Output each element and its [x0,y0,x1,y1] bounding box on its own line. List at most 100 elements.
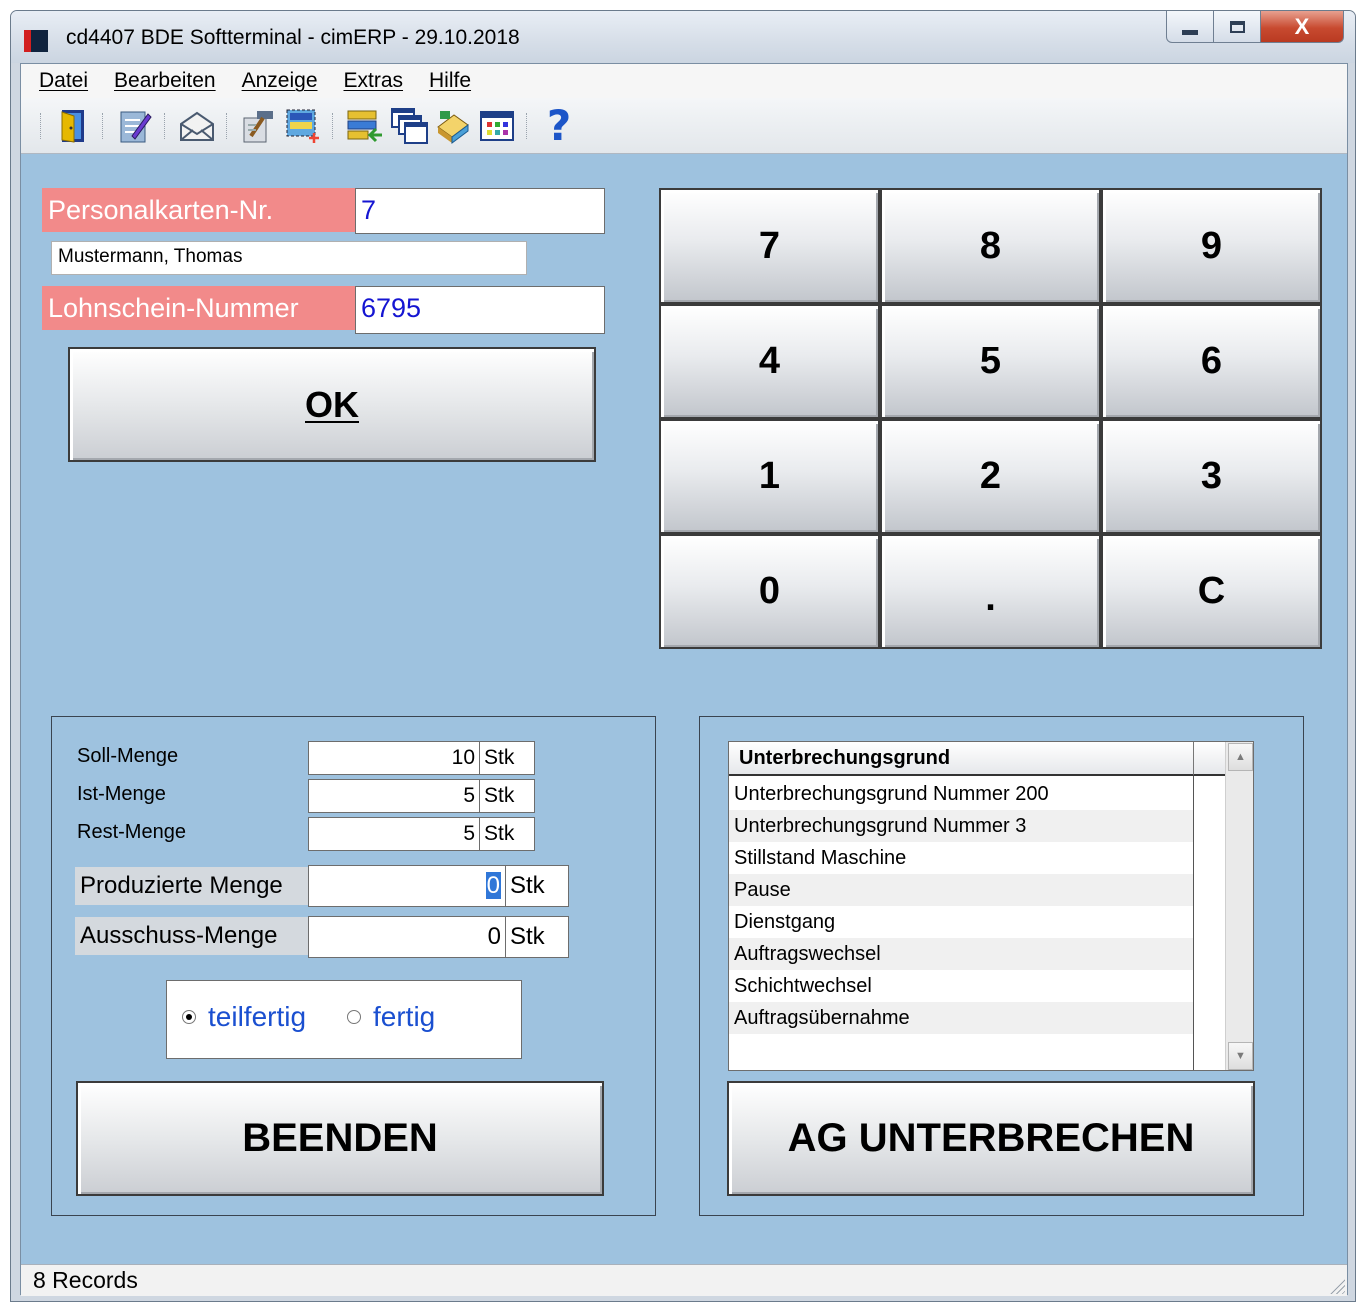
grid-scrollbar[interactable]: ▲ ▼ [1225,742,1253,1070]
keypad-key-6[interactable]: 6 [1101,304,1322,419]
list-item-empty [729,1034,1193,1066]
keypad-key-2[interactable]: 2 [880,419,1101,534]
toolbar-separator [332,112,336,139]
keypad-key-8[interactable]: 8 [880,188,1101,304]
list-item[interactable]: Stillstand Maschine [729,842,1193,874]
keypad-key-7[interactable]: 7 [659,188,880,304]
title-bar[interactable]: cd4407 BDE Softterminal - cimERP - 29.10… [11,11,1355,63]
list-item[interactable]: Auftragswechsel [729,938,1193,970]
rest-menge-field: 5 [308,817,480,851]
keypad-key-9[interactable]: 9 [1101,188,1322,304]
edit-notes-icon[interactable] [116,107,154,145]
grid-divider [1193,776,1194,1070]
ok-button[interactable]: OK [68,347,596,462]
soll-menge-field: 10 [308,741,480,775]
help-glyph: ? [546,101,572,150]
personal-card-field[interactable]: 7 [355,188,605,234]
keypad-key-0[interactable]: 0 [659,534,880,649]
app-window: cd4407 BDE Softterminal - cimERP - 29.10… [10,10,1356,1302]
resize-grip-icon[interactable] [1327,1276,1345,1294]
toolbar-separator [102,112,106,139]
windows-icon[interactable] [390,107,428,145]
status-bar: 8 Records [21,1264,1347,1296]
employee-name: Mustermann, Thomas [51,241,527,275]
personal-card-label: Personalkarten-Nr. [42,188,356,232]
lohnschein-label: Lohnschein-Nummer [42,286,356,330]
interrupt-reason-grid[interactable]: Unterbrechungsgrund Unterbrechungsgrund … [728,741,1254,1071]
close-button[interactable]: X [1260,11,1344,43]
keypad-key-1[interactable]: 1 [659,419,880,534]
table-icon[interactable] [478,107,516,145]
produzierte-menge-field[interactable]: 0 [308,865,506,907]
app-icon[interactable] [24,30,48,52]
toolbar-separator [226,112,230,139]
list-item[interactable]: Schichtwechsel [729,970,1193,1002]
menu-datei[interactable]: Datei [39,69,88,93]
scroll-down-icon[interactable]: ▼ [1228,1042,1253,1070]
radio-fertig-dot [347,1010,361,1024]
list-item[interactable]: Pause [729,874,1193,906]
hammer-edit-icon[interactable] [240,107,278,145]
menu-bearbeiten[interactable]: Bearbeiten [114,69,216,93]
keypad-key-dot[interactable]: . [880,534,1101,649]
status-text: 8 Records [33,1267,138,1293]
exit-door-icon[interactable] [54,107,92,145]
radio-fertig-label: fertig [373,1001,436,1032]
list-item[interactable]: Dienstgang [729,906,1193,938]
beenden-button[interactable]: BEENDEN [76,1081,604,1196]
scroll-up-icon[interactable]: ▲ [1228,743,1253,771]
maximize-button[interactable] [1213,11,1261,43]
radio-teilfertig[interactable]: teilfertig [182,1001,306,1033]
list-item[interactable]: Unterbrechungsgrund Nummer 200 [729,778,1193,810]
toolbar-separator [526,112,530,139]
list-item[interactable]: Unterbrechungsgrund Nummer 3 [729,810,1193,842]
ausschuss-menge-label: Ausschuss-Menge [75,917,308,955]
produzierte-menge-label: Produzierte Menge [75,867,308,905]
minimize-button[interactable] [1166,11,1214,43]
ag-unterbrechen-label: AG UNTERBRECHEN [787,1116,1195,1160]
ausschuss-menge-field[interactable]: 0 [308,916,506,958]
transfer-icon[interactable] [346,107,384,145]
keypad-key-3[interactable]: 3 [1101,419,1322,534]
ok-button-label: OK [305,383,359,425]
quantity-group: Soll-Menge 10 Stk Ist-Menge 5 Stk Rest-M… [51,716,656,1216]
keypad-key-4[interactable]: 4 [659,304,880,419]
toolbar-separator [164,112,168,139]
keypad-key-5[interactable]: 5 [880,304,1101,419]
close-icon: X [1294,13,1310,39]
list-item[interactable]: Auftragsübernahme [729,1002,1193,1034]
book-icon[interactable] [434,107,472,145]
maximize-icon [1229,20,1245,33]
help-icon[interactable]: ? [540,101,578,150]
minimize-icon [1182,30,1198,35]
completion-radio-group: teilfertig fertig [166,980,522,1059]
lohnschein-field[interactable]: 6795 [355,286,605,334]
mail-icon[interactable] [178,107,216,145]
produzierte-menge-value: 0 [485,872,501,899]
menu-bar: Datei Bearbeiten Anzeige Extras Hilfe [21,64,1347,98]
radio-teilfertig-label: teilfertig [208,1001,307,1032]
client-area: Datei Bearbeiten Anzeige Extras Hilfe ? … [20,63,1348,1296]
grid-column-header[interactable]: Unterbrechungsgrund [729,742,1193,776]
rest-menge-unit: Stk [479,817,535,851]
interrupt-group: Unterbrechungsgrund Unterbrechungsgrund … [699,716,1304,1216]
ist-menge-field: 5 [308,779,480,813]
soll-menge-unit: Stk [479,741,535,775]
menu-anzeige[interactable]: Anzeige [242,69,318,93]
ausschuss-menge-unit: Stk [505,916,569,958]
menu-hilfe[interactable]: Hilfe [429,69,471,93]
ag-unterbrechen-button[interactable]: AG UNTERBRECHEN [727,1081,1255,1196]
grid-header-blank [1193,742,1225,776]
beenden-button-label: BEENDEN [242,1116,438,1160]
menu-extras[interactable]: Extras [344,69,404,93]
produzierte-menge-unit: Stk [505,865,569,907]
window-title: cd4407 BDE Softterminal - cimERP - 29.10… [66,26,520,49]
radio-fertig[interactable]: fertig [347,1001,435,1033]
toolbar: ? [21,98,1347,154]
new-record-icon[interactable] [284,107,322,145]
keypad-key-clear[interactable]: C [1101,534,1322,649]
soll-menge-label: Soll-Menge [77,745,179,767]
toolbar-separator [40,112,44,139]
radio-teilfertig-dot [182,1010,196,1024]
rest-menge-label: Rest-Menge [77,821,186,843]
